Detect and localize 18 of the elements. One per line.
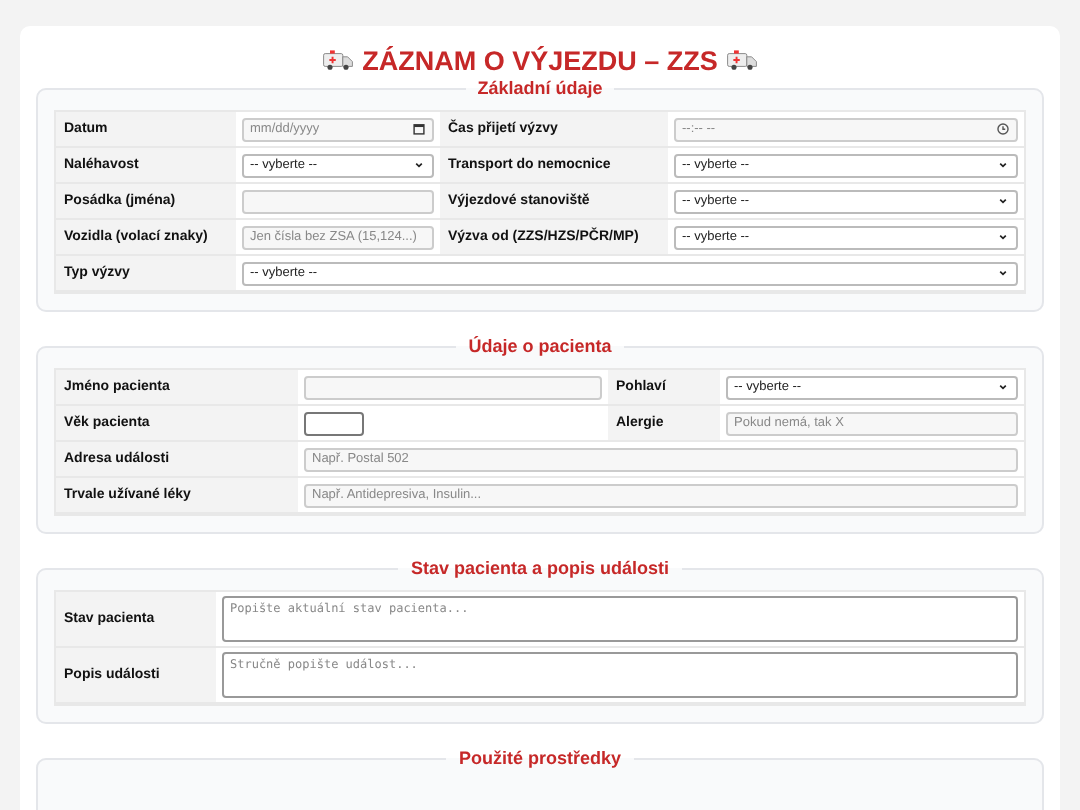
caret-icon	[996, 158, 1010, 172]
caret-icon	[996, 380, 1010, 394]
section-legend: Použité prostředky	[446, 748, 634, 768]
input-field[interactable]	[304, 411, 364, 435]
calendar-icon	[412, 122, 426, 136]
ambulance-icon	[725, 48, 758, 72]
caret-icon	[996, 266, 1010, 280]
caret-icon	[996, 194, 1010, 208]
ambulance-icon	[322, 48, 355, 72]
caret-icon	[412, 158, 426, 172]
page-title: ZÁZNAM O VÝJEZDU – ZZS	[362, 45, 718, 75]
input-field[interactable]	[304, 375, 602, 399]
caret-icon	[996, 230, 1010, 244]
section-legend: Základní údaje	[465, 78, 615, 98]
section-legend: Stav pacienta a popis události	[398, 558, 682, 578]
clock-icon	[996, 122, 1010, 136]
section-legend: Údaje o pacienta	[456, 336, 624, 356]
input-field[interactable]	[242, 189, 434, 213]
